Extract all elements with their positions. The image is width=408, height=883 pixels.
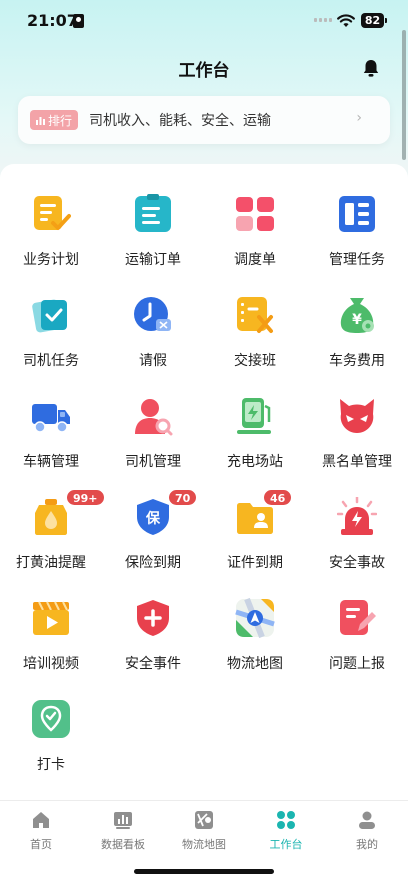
grid-item-blacklist[interactable]: 黑名单管理 (306, 366, 408, 470)
cellular-signal-icon (314, 18, 332, 22)
wifi-icon (337, 14, 355, 27)
checkin-icon (32, 700, 70, 738)
dispatch-icon (236, 197, 274, 231)
business-plan-icon (34, 196, 71, 230)
tab-label: 工作台 (269, 838, 303, 851)
map-icon (235, 598, 275, 638)
charging-station-icon (237, 398, 271, 434)
grid-item-issue-report[interactable]: 问题上报 (306, 568, 408, 672)
ranking-text: 司机收入、能耗、安全、运输 (89, 113, 272, 129)
svg-text:保: 保 (145, 510, 161, 527)
vehicle-cost-icon: ¥ (340, 298, 374, 333)
grid-item-business-plan[interactable]: 业务计划 (0, 164, 102, 268)
grid-item-certificate-expiry[interactable]: 46 证件到期 (204, 467, 306, 571)
count-badge: 70 (168, 489, 198, 506)
dashboard-icon (114, 812, 132, 829)
status-bar: 21:07 82 (0, 0, 408, 44)
grid-item-label: 打卡 (37, 757, 65, 773)
blacklist-icon (340, 399, 374, 433)
transport-order-icon (135, 194, 171, 232)
grid-item-checkin[interactable]: 打卡 (0, 669, 102, 773)
report-icon (340, 600, 376, 635)
grid-item-charging-station[interactable]: 充电场站 (204, 366, 306, 470)
truck-icon (32, 404, 70, 433)
grid-item-logistics-map[interactable]: 物流地图 (204, 568, 306, 672)
driver-manage-icon (135, 399, 173, 436)
grid-item-safety-event[interactable]: 安全事件 (102, 568, 204, 672)
grid-item-leave[interactable]: 请假 (102, 265, 204, 369)
map-icon (195, 811, 213, 829)
grid-item-driver-manage[interactable]: 司机管理 (102, 366, 204, 470)
ranking-badge-label: 排行 (48, 113, 73, 128)
scroll-indicator[interactable] (402, 30, 406, 160)
grid-item-label: 问题上报 (329, 656, 385, 672)
count-badge: 99+ (66, 489, 105, 506)
ranking-banner[interactable]: 排行 司机收入、能耗、安全、运输 › (18, 96, 390, 144)
home-icon (33, 812, 49, 828)
tab-label: 物流地图 (182, 838, 226, 851)
grid-item-grease-reminder[interactable]: 99+ 打黄油提醒 (0, 467, 105, 571)
chevron-right-icon: › (356, 110, 362, 126)
workbench-grid: 业务计划 运输订单 调度单 管理任务 司机任务 请假 交接班 ¥ 车务费用 车辆… (0, 164, 408, 800)
bar-chart-icon (36, 116, 45, 125)
tab-label: 首页 (30, 838, 52, 851)
bell-icon[interactable] (361, 58, 381, 78)
tab-logistics-map[interactable]: 物流地图 (163, 801, 245, 859)
grid-item-vehicle-manage[interactable]: 车辆管理 (0, 366, 102, 470)
manage-task-icon (339, 196, 375, 232)
grid-item-driver-task[interactable]: 司机任务 (0, 265, 102, 369)
count-badge: 46 (263, 489, 293, 506)
safety-shield-icon (137, 600, 169, 636)
leave-icon (134, 297, 171, 331)
id-card-icon (73, 14, 84, 28)
status-time: 21:07 (27, 11, 78, 30)
grid-item-label: 物流地图 (227, 656, 283, 672)
training-video-icon (33, 601, 69, 635)
grid-item-training-video[interactable]: 培训视频 (0, 568, 102, 672)
grid-item-dispatch[interactable]: 调度单 (204, 164, 306, 268)
shift-handover-icon (237, 297, 273, 333)
workbench-icon (277, 811, 295, 829)
profile-icon (359, 811, 375, 829)
tab-dashboard[interactable]: 数据看板 (82, 801, 164, 859)
alarm-icon (337, 497, 377, 535)
insurance-icon: 保 (137, 499, 169, 535)
grid-item-vehicle-cost[interactable]: ¥ 车务费用 (306, 265, 408, 369)
tab-profile[interactable]: 我的 (326, 801, 408, 859)
grid-item-insurance-expiry[interactable]: 保 70 保险到期 (102, 467, 204, 571)
grid-item-transport-order[interactable]: 运输订单 (102, 164, 204, 268)
tab-home[interactable]: 首页 (0, 801, 82, 859)
tab-label: 我的 (356, 838, 378, 851)
ranking-badge: 排行 (30, 110, 79, 130)
grid-item-safety-accident[interactable]: 安全事故 (306, 467, 408, 571)
grid-item-shift-handover[interactable]: 交接班 (204, 265, 306, 369)
tab-label: 数据看板 (101, 838, 145, 851)
page-title: 工作台 (178, 61, 230, 81)
grid-item-label: 安全事件 (125, 656, 181, 672)
battery-level: 82 (361, 13, 387, 28)
driver-task-icon (32, 299, 67, 333)
home-indicator (134, 869, 274, 874)
grease-icon (35, 499, 67, 535)
grid-item-manage-task[interactable]: 管理任务 (306, 164, 408, 268)
tab-workbench[interactable]: 工作台 (245, 801, 327, 859)
svg-text:¥: ¥ (352, 312, 362, 328)
